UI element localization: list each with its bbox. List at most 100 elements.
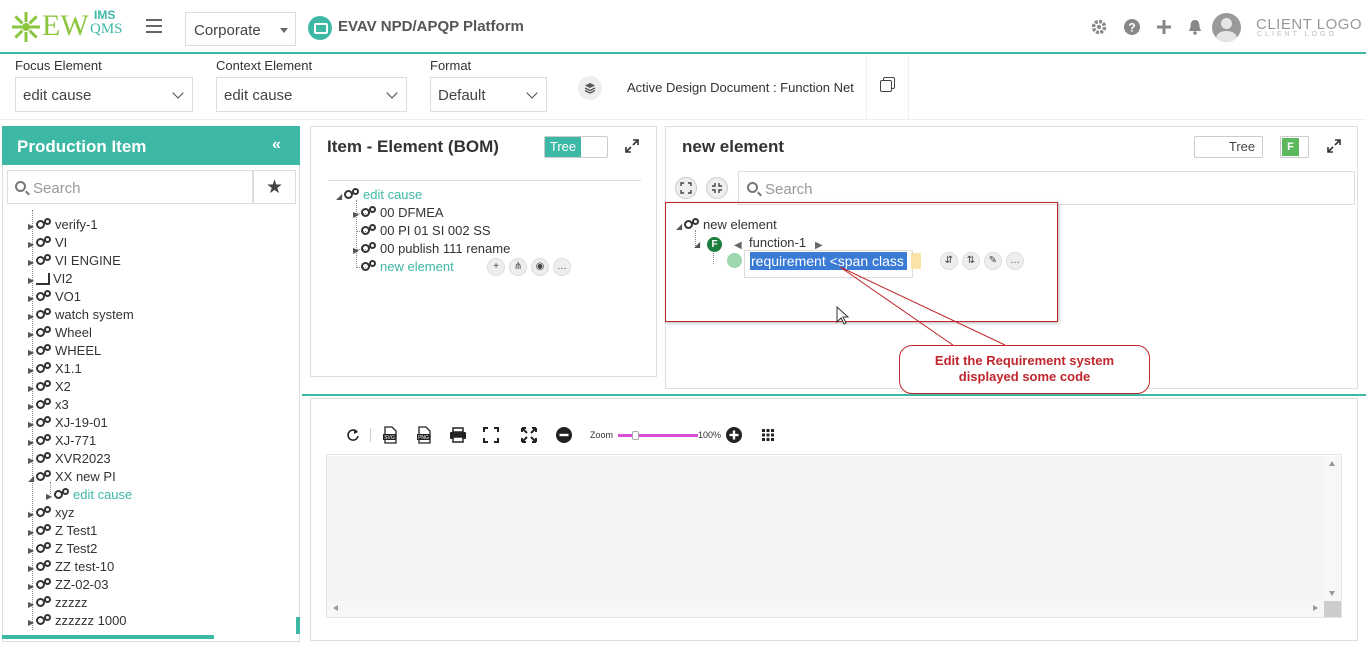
function-filter-badge[interactable]: F: [1280, 136, 1309, 158]
gear-icon: [36, 506, 52, 519]
expand-icon[interactable]: [624, 138, 640, 158]
bom-child-node-selected[interactable]: new element: [353, 258, 454, 276]
bom-root-node[interactable]: ◢ edit cause: [336, 186, 422, 204]
zoom-in-icon[interactable]: [724, 424, 744, 449]
element-root-label: new element: [703, 217, 777, 232]
gear-icon: [344, 188, 360, 201]
app-logo[interactable]: EW IMS QMS: [12, 8, 132, 46]
expand-arrows-icon[interactable]: [519, 424, 539, 448]
tree-item[interactable]: ▶ XVR2023: [28, 450, 111, 468]
production-item-search-input[interactable]: Search: [7, 170, 253, 204]
tree-item[interactable]: ▶ X1.1: [28, 360, 82, 378]
tree-item[interactable]: ▶ VO1: [28, 288, 81, 306]
view-button[interactable]: ◉: [531, 258, 549, 276]
expand-icon[interactable]: [1326, 138, 1342, 157]
tree-item[interactable]: ▶ VI: [28, 234, 67, 252]
tree-item[interactable]: ▶ Wheel: [28, 324, 92, 342]
gear-icon[interactable]: [1090, 18, 1108, 36]
tree-item-label: verify-1: [55, 217, 98, 232]
tree-item-label: xyz: [55, 505, 75, 520]
tree-item-label: Wheel: [55, 325, 92, 340]
tree-item[interactable]: ▶ VI ENGINE: [28, 252, 121, 270]
bom-child-node[interactable]: ▶ 00 DFMEA: [353, 204, 444, 222]
tree-item[interactable]: ▶ zzzzz: [28, 594, 88, 612]
zoom-slider-handle[interactable]: [632, 431, 639, 440]
fit-screen-icon[interactable]: [481, 424, 501, 448]
bom-child-node[interactable]: 00 PI 01 SI 002 SS: [353, 222, 491, 240]
compress-icon[interactable]: [706, 177, 728, 199]
help-icon[interactable]: ?: [1123, 18, 1141, 36]
tree-item[interactable]: ▶ VI2: [28, 270, 73, 288]
element-search-input[interactable]: Search: [738, 171, 1355, 205]
tree-item-label: Z Test1: [55, 523, 98, 538]
tree-item[interactable]: ▶ XJ-771: [28, 432, 96, 450]
logo-ims: IMS: [94, 8, 116, 22]
canvas-horizontal-scrollbar[interactable]: [327, 601, 1324, 617]
tree-item[interactable]: ◢ XX new PI: [28, 468, 116, 486]
tree-item-label: edit cause: [73, 487, 133, 502]
format-select[interactable]: Default: [430, 77, 547, 112]
gear-icon: [36, 236, 52, 249]
gear-icon: [36, 254, 52, 267]
tree-item[interactable]: ▶ Z Test2: [28, 540, 97, 558]
org-select[interactable]: Corporate: [185, 12, 296, 46]
avatar[interactable]: [1212, 13, 1241, 42]
favorites-button[interactable]: ★: [253, 170, 296, 204]
add-node-button[interactable]: +: [487, 258, 505, 276]
tree-item[interactable]: ▶ xyz: [28, 504, 75, 522]
caret-down-icon: [280, 28, 288, 33]
print-icon[interactable]: [448, 424, 468, 448]
tree-item[interactable]: ▶ X2: [28, 378, 71, 396]
copy-button[interactable]: [866, 56, 909, 119]
canvas-vertical-scrollbar[interactable]: [1324, 456, 1341, 601]
context-element-label: Context Element: [216, 58, 313, 73]
grid-icon[interactable]: [758, 424, 778, 447]
collapsed-icon: ▶: [28, 618, 35, 627]
element-root-node[interactable]: ◢ new element: [676, 216, 777, 234]
layers-icon[interactable]: [578, 76, 602, 100]
function-node[interactable]: ◢: [694, 234, 702, 252]
tree-item-child[interactable]: ▶ edit cause: [46, 486, 132, 504]
bell-icon[interactable]: [1186, 18, 1204, 36]
client-logo-sub: CLIENT LOGO: [1257, 31, 1337, 38]
tree-item[interactable]: ▶ WHEEL: [28, 342, 101, 360]
tree-item[interactable]: ▶ ZZ-02-03: [28, 576, 108, 594]
mouse-cursor-icon: [836, 306, 850, 325]
context-element-select[interactable]: edit cause: [216, 77, 407, 112]
svg-export-icon[interactable]: SVG: [380, 424, 400, 449]
collapse-icon[interactable]: «: [272, 136, 281, 154]
tree-item[interactable]: ▶ zzzzzz 1000: [28, 612, 127, 630]
png-export-icon[interactable]: PNG: [414, 424, 434, 449]
zoom-out-icon[interactable]: [554, 424, 574, 449]
tree-item[interactable]: ▶ XJ-19-01: [28, 414, 108, 432]
zoom-slider[interactable]: [618, 434, 698, 437]
gear-icon: [361, 260, 377, 273]
bom-child-node[interactable]: ▶ 00 publish 111 rename: [353, 240, 510, 258]
diagram-canvas[interactable]: [327, 456, 1324, 601]
tree-item-label: XX new PI: [55, 469, 116, 484]
plus-icon[interactable]: [1155, 18, 1173, 36]
scroll-up-icon: [1329, 461, 1335, 466]
fullscreen-icon[interactable]: [675, 177, 697, 199]
tree-item[interactable]: ▶ verify-1: [28, 216, 98, 234]
bom-tree-toggle[interactable]: Tree: [544, 136, 608, 158]
tree-item-label: x3: [55, 397, 69, 412]
tree-item[interactable]: ▶ x3: [28, 396, 69, 414]
tree-item[interactable]: ▶ ZZ test-10: [28, 558, 114, 576]
gear-icon: [361, 206, 377, 219]
menu-icon[interactable]: [146, 19, 162, 33]
element-tree-toggle[interactable]: Tree: [1194, 136, 1263, 158]
vertical-scrollbar[interactable]: [296, 617, 300, 634]
tree-item[interactable]: ▶ Z Test1: [28, 522, 97, 540]
tree-item[interactable]: ▶ watch system: [28, 306, 134, 324]
more-options-button[interactable]: …: [553, 258, 571, 276]
requirement-badge-overlay: [727, 253, 742, 268]
function-label: function-1: [749, 235, 807, 250]
focus-element-select[interactable]: edit cause: [15, 77, 193, 112]
format-value: Default: [438, 87, 486, 104]
gear-icon: [36, 470, 52, 483]
hierarchy-button[interactable]: ⋔: [509, 258, 527, 276]
tree-item-label: ZZ-02-03: [55, 577, 109, 592]
refresh-icon[interactable]: [343, 424, 363, 447]
horizontal-scrollbar[interactable]: [2, 635, 214, 639]
